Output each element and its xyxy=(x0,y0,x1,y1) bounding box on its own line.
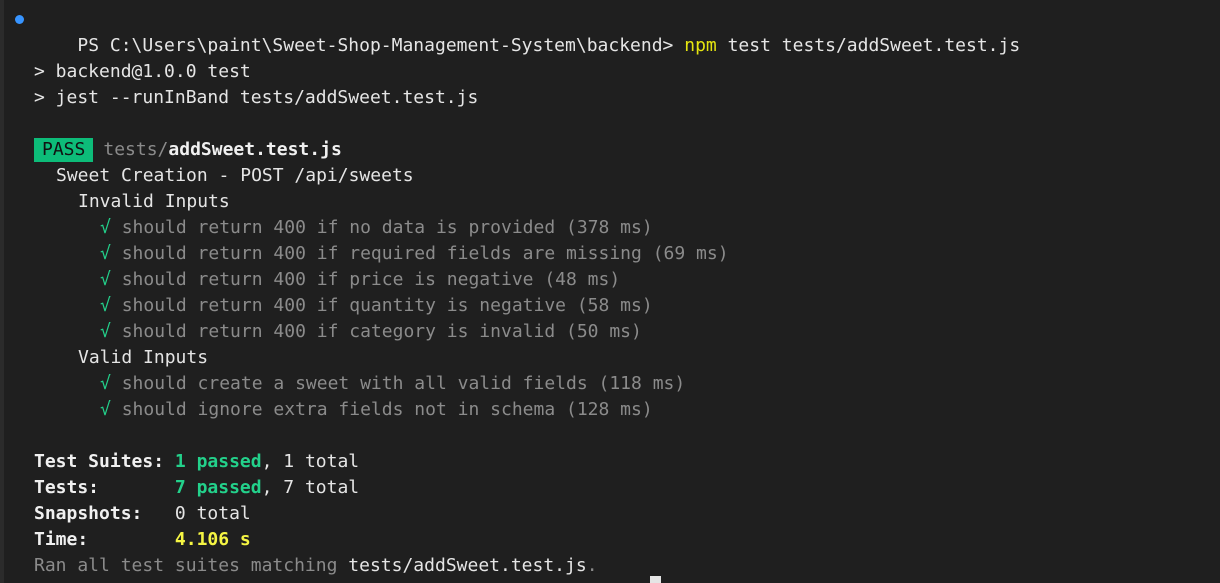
summary-suites-label: Test Suites: xyxy=(34,451,165,472)
suite-title: Sweet Creation - POST /api/sweets xyxy=(34,163,1220,189)
test-case-row: √ should return 400 if quantity is negat… xyxy=(34,293,1220,319)
summary-suites-passed: 1 passed xyxy=(174,451,262,472)
check-icon: √ xyxy=(100,321,111,342)
prompt-line: PS C:\Users\paint\Sweet-Shop-Management-… xyxy=(15,7,1220,56)
script-line: > jest --runInBand tests/addSweet.test.j… xyxy=(34,85,1220,111)
summary-snapshots-label: Snapshots: xyxy=(34,503,143,524)
test-case-row: √ should create a sweet with all valid f… xyxy=(34,371,1220,397)
summary-snapshots: Snapshots: 0 total xyxy=(34,501,1220,527)
check-icon: √ xyxy=(100,217,111,238)
test-case-text: should create a sweet with all valid fie… xyxy=(121,373,686,394)
test-group-title-text: Valid Inputs xyxy=(78,347,209,368)
pass-badge: PASS xyxy=(34,138,94,162)
result-file-dir: tests/ xyxy=(103,139,169,160)
check-icon: √ xyxy=(100,269,111,290)
test-case-row: √ should return 400 if price is negative… xyxy=(34,267,1220,293)
test-groups: Invalid Inputs √ should return 400 if no … xyxy=(34,189,1220,423)
test-case-text: should return 400 if price is negative (… xyxy=(121,269,621,290)
test-case-text: should return 400 if no data is provided… xyxy=(121,217,653,238)
summary-tests: Tests: 7 passed, 7 total xyxy=(34,475,1220,501)
test-case-text: should return 400 if quantity is negativ… xyxy=(121,295,653,316)
test-case-row: √ should return 400 if required fields a… xyxy=(34,241,1220,267)
test-case-text: should ignore extra fields not in schema… xyxy=(121,399,653,420)
summary-suites: Test Suites: 1 passed, 1 total xyxy=(34,449,1220,475)
result-file-name: addSweet.test.js xyxy=(168,139,342,160)
summary-snapshots-value: 0 total xyxy=(174,503,251,524)
summary-tests-total: , 7 total xyxy=(261,477,360,498)
summary-time-value: 4.106 s xyxy=(174,529,251,550)
summary-ran-prefix: Ran all test suites matching xyxy=(34,555,349,576)
test-case-text: should return 400 if required fields are… xyxy=(121,243,729,264)
test-group-title-text: Invalid Inputs xyxy=(78,191,230,212)
summary-tests-label: Tests: xyxy=(34,477,100,498)
check-icon: √ xyxy=(100,295,111,316)
test-group-title: Valid Inputs xyxy=(34,345,1220,371)
test-case-text: should return 400 if category is invalid… xyxy=(121,321,642,342)
check-icon: √ xyxy=(100,373,111,394)
summary-ran-suffix: . xyxy=(586,555,598,576)
summary-tests-passed: 7 passed xyxy=(174,477,262,498)
summary-ran-file: tests/addSweet.test.js xyxy=(348,555,587,576)
command-status-dot-icon[interactable] xyxy=(15,15,24,24)
summary-suites-total: , 1 total xyxy=(261,451,360,472)
test-case-row: √ should ignore extra fields not in sche… xyxy=(34,397,1220,423)
result-line: PASS tests/addSweet.test.js xyxy=(34,137,1220,163)
test-case-row: √ should return 400 if category is inval… xyxy=(34,319,1220,345)
terminal-cursor xyxy=(650,576,661,583)
summary-ran: Ran all test suites matching tests/addSw… xyxy=(34,553,1220,579)
check-icon: √ xyxy=(100,243,111,264)
summary-time-label: Time: xyxy=(34,529,89,550)
terminal-edge xyxy=(0,0,4,583)
test-group-title: Invalid Inputs xyxy=(34,189,1220,215)
script-line-text: > jest --runInBand tests/addSweet.test.j… xyxy=(34,87,479,108)
terminal-panel[interactable]: PS C:\Users\paint\Sweet-Shop-Management-… xyxy=(0,0,1220,583)
summary-time: Time: 4.106 s xyxy=(34,527,1220,553)
script-line-text: > backend@1.0.0 test xyxy=(34,61,251,82)
script-line: > backend@1.0.0 test xyxy=(34,59,1220,85)
check-icon: √ xyxy=(100,399,111,420)
suite-title-text: Sweet Creation - POST /api/sweets xyxy=(56,165,414,186)
test-case-row: √ should return 400 if no data is provid… xyxy=(34,215,1220,241)
